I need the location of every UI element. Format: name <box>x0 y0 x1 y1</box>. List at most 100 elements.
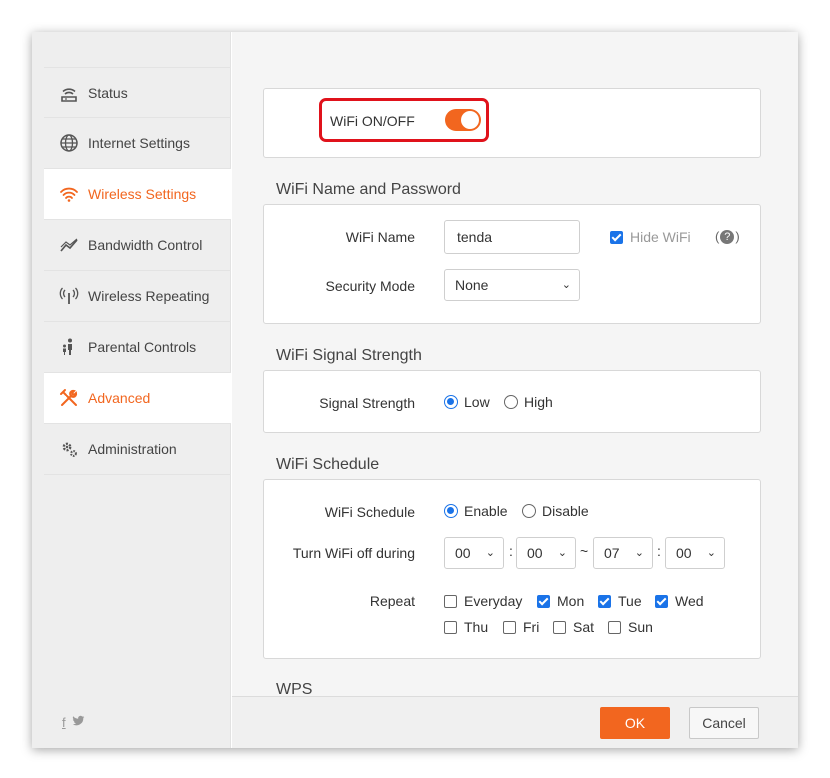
security-mode-value: None <box>455 277 489 293</box>
name-password-panel: WiFi Name tenda Hide WiFi (?) Security M… <box>263 204 761 324</box>
day-checkbox-fri[interactable]: Fri <box>503 619 539 635</box>
chevron-down-icon: ⌄ <box>634 547 644 559</box>
sidebar-item-label: Administration <box>88 441 177 457</box>
day-label: Sun <box>628 619 653 635</box>
radio-disable-label: Disable <box>542 503 589 519</box>
sidebar-item-label: Internet Settings <box>88 135 190 151</box>
family-icon <box>58 336 80 358</box>
checkbox-box[interactable] <box>537 594 550 608</box>
sidebar-item-label: Wireless Settings <box>88 186 197 202</box>
schedule-enable-radio[interactable]: Enable <box>444 503 508 519</box>
gears-icon <box>58 438 80 460</box>
sidebar-item-label: Status <box>88 84 128 101</box>
sidebar-item-label: Bandwidth Control <box>88 237 203 253</box>
hide-wifi-label: Hide WiFi <box>630 229 691 245</box>
security-mode-select[interactable]: None ⌄ <box>444 269 580 301</box>
checkbox-box[interactable] <box>444 594 457 608</box>
wifi-toggle-panel: WiFi ON/OFF <box>263 88 761 158</box>
signal-panel: Signal Strength Low High <box>263 370 761 433</box>
day-label: Thu <box>464 619 489 635</box>
time-colon: : <box>509 543 513 559</box>
social-links: f <box>62 715 85 730</box>
cancel-button[interactable]: Cancel <box>689 707 759 739</box>
turn-off-during-label: Turn WiFi off during <box>292 545 415 561</box>
main-content: WiFi ON/OFF WiFi Name and Password WiFi … <box>232 32 798 748</box>
schedule-disable-radio[interactable]: Disable <box>522 503 589 519</box>
radio-high-dot[interactable] <box>504 395 518 409</box>
radio-high-label: High <box>524 394 553 410</box>
signal-strength-label: Signal Strength <box>319 395 415 411</box>
checkbox-box[interactable] <box>503 620 516 634</box>
wifi-icon <box>58 183 80 205</box>
section-title-signal: WiFi Signal Strength <box>276 347 422 364</box>
globe-icon <box>58 132 80 154</box>
signal-low-radio[interactable]: Low <box>444 394 490 410</box>
sidebar-item-advanced[interactable]: Advanced <box>44 373 231 424</box>
day-label: Wed <box>675 593 704 609</box>
sidebar-item-status[interactable]: Status <box>44 67 231 118</box>
start-minute-select[interactable]: 00 ⌄ <box>516 537 576 569</box>
radio-low-dot[interactable] <box>444 395 458 409</box>
hide-wifi-checkbox[interactable]: Hide WiFi <box>610 229 691 245</box>
tools-icon <box>58 387 80 409</box>
ok-button[interactable]: OK <box>600 707 670 739</box>
radio-low-label: Low <box>464 394 490 410</box>
day-checkbox-everyday[interactable]: Everyday <box>444 593 522 609</box>
schedule-label: WiFi Schedule <box>324 504 415 520</box>
twitter-icon[interactable] <box>72 715 85 730</box>
facebook-icon[interactable]: f <box>62 715 66 730</box>
bandwidth-icon <box>58 234 80 256</box>
radio-enable-dot[interactable] <box>444 504 458 518</box>
start-hour-value: 00 <box>455 545 471 561</box>
radio-disable-dot[interactable] <box>522 504 536 518</box>
end-minute-value: 00 <box>676 545 692 561</box>
section-title-schedule: WiFi Schedule <box>276 456 380 473</box>
sidebar-item-parental-controls[interactable]: Parental Controls <box>44 322 231 373</box>
hide-wifi-box[interactable] <box>610 230 623 244</box>
wifi-name-input[interactable]: tenda <box>444 220 580 254</box>
start-minute-value: 00 <box>527 545 543 561</box>
day-checkbox-mon[interactable]: Mon <box>537 593 584 609</box>
chevron-down-icon: ⌄ <box>561 279 571 291</box>
router-admin-window: Status Internet Settings Wireless Settin… <box>32 32 798 748</box>
checkbox-box[interactable] <box>598 594 611 608</box>
day-checkbox-wed[interactable]: Wed <box>655 593 704 609</box>
time-tilde: ~ <box>580 543 589 559</box>
checkbox-box[interactable] <box>444 620 457 634</box>
day-checkbox-sun[interactable]: Sun <box>608 619 653 635</box>
day-label: Sat <box>573 619 595 635</box>
end-hour-select[interactable]: 07 ⌄ <box>593 537 653 569</box>
sidebar-item-label: Wireless Repeating <box>88 288 210 304</box>
checkbox-box[interactable] <box>553 620 566 634</box>
sidebar-item-administration[interactable]: Administration <box>44 424 231 475</box>
sidebar-item-internet-settings[interactable]: Internet Settings <box>44 118 231 169</box>
day-checkbox-thu[interactable]: Thu <box>444 619 488 635</box>
start-hour-select[interactable]: 00 ⌄ <box>444 537 504 569</box>
sidebar-item-bandwidth-control[interactable]: Bandwidth Control <box>44 220 231 271</box>
checkbox-box[interactable] <box>655 594 668 608</box>
end-hour-value: 07 <box>604 545 620 561</box>
day-label: Everyday <box>464 593 523 609</box>
end-minute-select[interactable]: 00 ⌄ <box>665 537 725 569</box>
sidebar-item-wireless-settings[interactable]: Wireless Settings <box>44 169 231 220</box>
day-label: Fri <box>523 619 540 635</box>
security-mode-label: Security Mode <box>325 278 415 294</box>
chevron-down-icon: ⌄ <box>485 547 495 559</box>
schedule-panel: WiFi Schedule Enable Disable Turn WiFi o… <box>263 479 761 659</box>
day-checkbox-sat[interactable]: Sat <box>553 619 594 635</box>
router-icon <box>58 82 80 104</box>
footer-bar: OK Cancel <box>232 696 798 748</box>
chevron-down-icon: ⌄ <box>557 547 567 559</box>
day-checkbox-tue[interactable]: Tue <box>598 593 642 609</box>
day-label: Tue <box>618 593 642 609</box>
checkbox-box[interactable] <box>608 620 621 634</box>
time-colon: : <box>657 543 661 559</box>
highlight-frame <box>319 98 489 142</box>
sidebar-item-wireless-repeating[interactable]: Wireless Repeating <box>44 271 231 322</box>
sidebar-item-label: Parental Controls <box>88 339 197 355</box>
sidebar: Status Internet Settings Wireless Settin… <box>32 32 231 748</box>
signal-high-radio[interactable]: High <box>504 394 553 410</box>
help-icon[interactable]: (?) <box>715 229 740 244</box>
radio-enable-label: Enable <box>464 503 508 519</box>
day-label: Mon <box>557 593 585 609</box>
